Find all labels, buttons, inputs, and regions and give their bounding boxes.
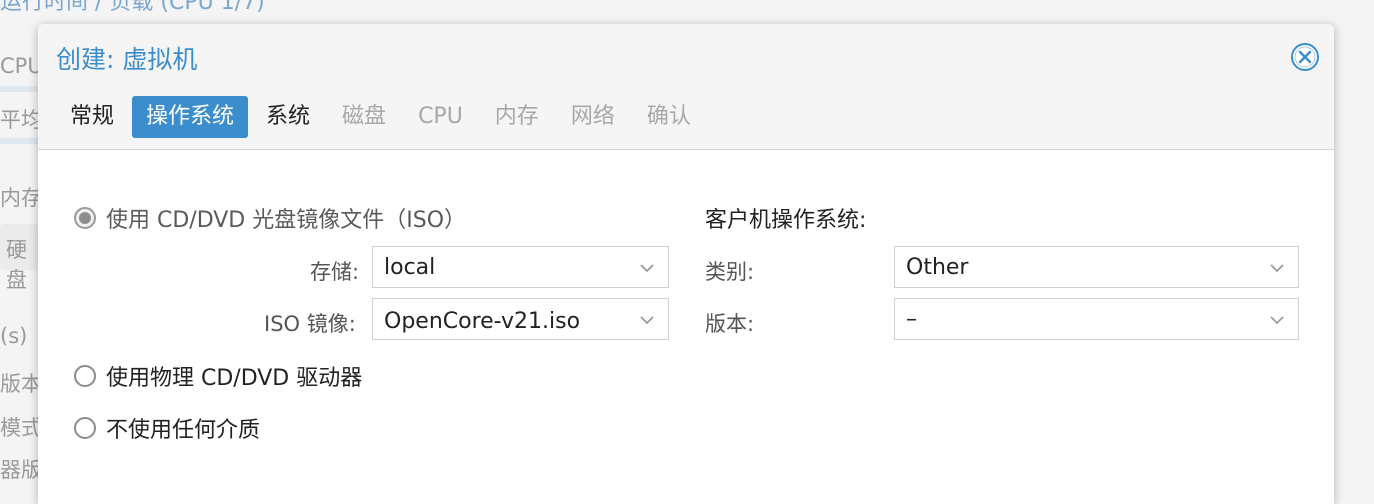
tab-confirm: 确认 [646,104,691,129]
background-label-mode: 模式 [0,416,42,440]
background-bar [0,86,40,92]
iso-image-select[interactable]: OpenCore-v21.iso [372,298,669,340]
os-type-select[interactable]: Other [894,246,1299,288]
dialog-header: 创建: 虚拟机 常规 操作系统 系统 磁盘 CPU 内存 网络 确认 [38,24,1334,150]
dialog-body: 使用 CD/DVD 光盘镜像文件（ISO） 存储: local ISO 镜像: … [38,150,1334,504]
close-circle-icon [1291,43,1319,71]
tab-memory: 内存 [494,104,539,129]
storage-select[interactable]: local [372,246,669,288]
background-label-version: 版本 [0,372,42,396]
iso-option-label: 使用 CD/DVD 光盘镜像文件（ISO） [106,208,467,233]
chevron-down-icon [640,264,654,273]
no-media-radio[interactable] [74,417,96,439]
background-disk-field: 硬盘 [0,224,40,292]
background-label-device: 器版 [0,458,42,482]
no-media-option[interactable]: 不使用任何介质 [74,412,260,444]
chevron-down-icon [1270,264,1284,273]
background-label-cpu: CPU [0,54,43,78]
background-disk-label: 硬盘 [6,238,27,292]
physical-drive-label: 使用物理 CD/DVD 驱动器 [106,366,363,391]
os-version-value: – [906,307,917,332]
tab-cpu: CPU [418,104,463,129]
guest-os-title: 客户机操作系统: [705,208,867,233]
tab-os[interactable]: 操作系统 [132,96,249,138]
background-label-memory: 内存 [0,186,42,210]
tab-general[interactable]: 常规 [56,96,128,138]
tab-system[interactable]: 系统 [252,96,324,138]
storage-label: 存储: [310,260,360,284]
iso-image-label: ISO 镜像: [264,312,356,336]
background-bar [0,138,40,144]
chevron-down-icon [1270,316,1284,325]
storage-value: local [384,255,436,280]
tab-disk: 磁盘 [342,104,387,129]
physical-drive-option[interactable]: 使用物理 CD/DVD 驱动器 [74,360,362,392]
physical-drive-radio[interactable] [74,365,96,387]
create-vm-dialog: 创建: 虚拟机 常规 操作系统 系统 磁盘 CPU 内存 网络 确认 使用 CD… [38,24,1334,504]
background-label-s: (s) [0,324,28,348]
dialog-title: 创建: 虚拟机 [56,45,198,74]
no-media-label: 不使用任何介质 [106,418,261,443]
iso-image-value: OpenCore-v21.iso [384,309,581,334]
os-type-label: 类别: [705,260,755,284]
os-version-label: 版本: [705,312,755,336]
iso-image-option[interactable]: 使用 CD/DVD 光盘镜像文件（ISO） [74,202,466,234]
os-version-select[interactable]: – [894,298,1299,340]
iso-radio[interactable] [74,207,96,229]
background-header-text: 运行时间 / 负载 (CPU 1/7) [0,0,265,15]
close-button[interactable] [1290,42,1320,72]
tab-network: 网络 [570,104,615,129]
chevron-down-icon [640,316,654,325]
os-type-value: Other [906,255,969,280]
wizard-tabs: 常规 操作系统 系统 磁盘 CPU 内存 网络 确认 [56,96,709,138]
